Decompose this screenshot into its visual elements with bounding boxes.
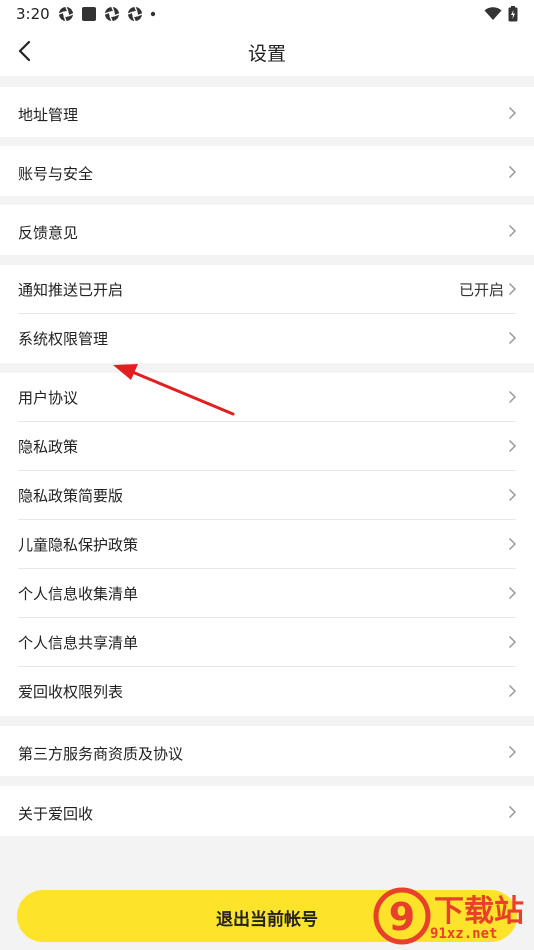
settings-item-label: 爱回收权限列表 — [18, 683, 124, 701]
page-title: 设置 — [247, 43, 286, 65]
settings-group-about: 关于爱回收 — [0, 786, 534, 836]
settings-item-value: 已开启 — [458, 281, 504, 299]
aperture-icon — [104, 6, 120, 22]
chevron-right-icon — [508, 390, 517, 404]
settings-item-account-security[interactable]: 账号与安全 — [0, 146, 534, 196]
settings-item-label: 隐私政策简要版 — [18, 487, 124, 505]
chevron-right-icon — [508, 224, 517, 238]
settings-item-feedback[interactable]: 反馈意见 — [0, 205, 534, 255]
settings-item-label: 反馈意见 — [18, 224, 79, 242]
settings-item-label: 地址管理 — [18, 106, 79, 124]
aperture-icon — [127, 6, 143, 22]
settings-item-label: 通知推送已开启 — [18, 281, 124, 299]
settings-item-system-permissions[interactable]: 系统权限管理 — [0, 314, 534, 363]
settings-group-policies: 用户协议 隐私政策 隐私政策简要版 儿童隐私保护政策 个人信息收集清单 个人信息… — [0, 373, 534, 716]
settings-item-label: 用户协议 — [18, 389, 79, 407]
wifi-icon — [484, 7, 502, 20]
settings-group-notifications: 通知推送已开启 已开启 系统权限管理 — [0, 265, 534, 363]
status-time: 3:20 — [16, 5, 50, 23]
settings-item-permission-list[interactable]: 爱回收权限列表 — [0, 667, 534, 716]
settings-item-privacy-policy-summary[interactable]: 隐私政策简要版 — [0, 471, 534, 520]
settings-item-label: 儿童隐私保护政策 — [18, 536, 139, 554]
settings-item-label: 个人信息共享清单 — [18, 634, 139, 652]
chevron-right-icon — [508, 537, 517, 551]
settings-item-label: 隐私政策 — [18, 438, 79, 456]
settings-group-address: 地址管理 — [0, 87, 534, 137]
battery-icon — [508, 6, 518, 22]
settings-item-label: 个人信息收集清单 — [18, 585, 139, 603]
chevron-right-icon — [508, 635, 517, 649]
chevron-right-icon — [508, 805, 517, 819]
status-system-icons — [484, 6, 518, 22]
chevron-right-icon — [508, 488, 517, 502]
chevron-right-icon — [508, 165, 517, 179]
dot-icon — [150, 11, 156, 17]
settings-item-label: 系统权限管理 — [18, 330, 109, 348]
settings-group-account: 账号与安全 — [0, 146, 534, 196]
settings-item-personal-info-collection[interactable]: 个人信息收集清单 — [0, 569, 534, 618]
chevron-right-icon — [508, 106, 517, 120]
chevron-right-icon — [508, 331, 517, 345]
settings-group-feedback: 反馈意见 — [0, 205, 534, 255]
chevron-right-icon — [508, 439, 517, 453]
settings-item-child-privacy-policy[interactable]: 儿童隐私保护政策 — [0, 520, 534, 569]
watermark-logo: 9 — [373, 887, 431, 945]
settings-item-privacy-policy[interactable]: 隐私政策 — [0, 422, 534, 471]
aperture-icon — [58, 6, 74, 22]
settings-item-label: 第三方服务商资质及协议 — [18, 745, 184, 763]
settings-group-third-party: 第三方服务商资质及协议 — [0, 726, 534, 776]
settings-item-third-party-services[interactable]: 第三方服务商资质及协议 — [0, 726, 534, 776]
settings-item-about[interactable]: 关于爱回收 — [0, 786, 534, 836]
chevron-right-icon — [508, 684, 517, 698]
settings-item-push-notifications[interactable]: 通知推送已开启 已开启 — [0, 265, 534, 314]
chevron-right-icon — [508, 745, 517, 759]
navigation-bar: 设置 — [0, 28, 534, 76]
settings-item-personal-info-sharing[interactable]: 个人信息共享清单 — [0, 618, 534, 667]
watermark-title: 下载站 — [434, 894, 524, 929]
watermark-logo-text: 9 — [389, 895, 415, 939]
settings-item-label: 关于爱回收 — [18, 805, 94, 823]
settings-item-label: 账号与安全 — [18, 165, 94, 183]
watermark-url: 91xz.net — [430, 926, 498, 942]
status-notification-icons — [58, 6, 156, 22]
chevron-right-icon — [508, 586, 517, 600]
watermark: 9 下载站 91xz.net — [372, 882, 534, 950]
status-bar: 3:20 — [0, 0, 534, 28]
square-icon — [82, 7, 96, 21]
settings-item-user-agreement[interactable]: 用户协议 — [0, 373, 534, 422]
settings-item-address-management[interactable]: 地址管理 — [0, 87, 534, 137]
chevron-right-icon — [508, 282, 517, 296]
